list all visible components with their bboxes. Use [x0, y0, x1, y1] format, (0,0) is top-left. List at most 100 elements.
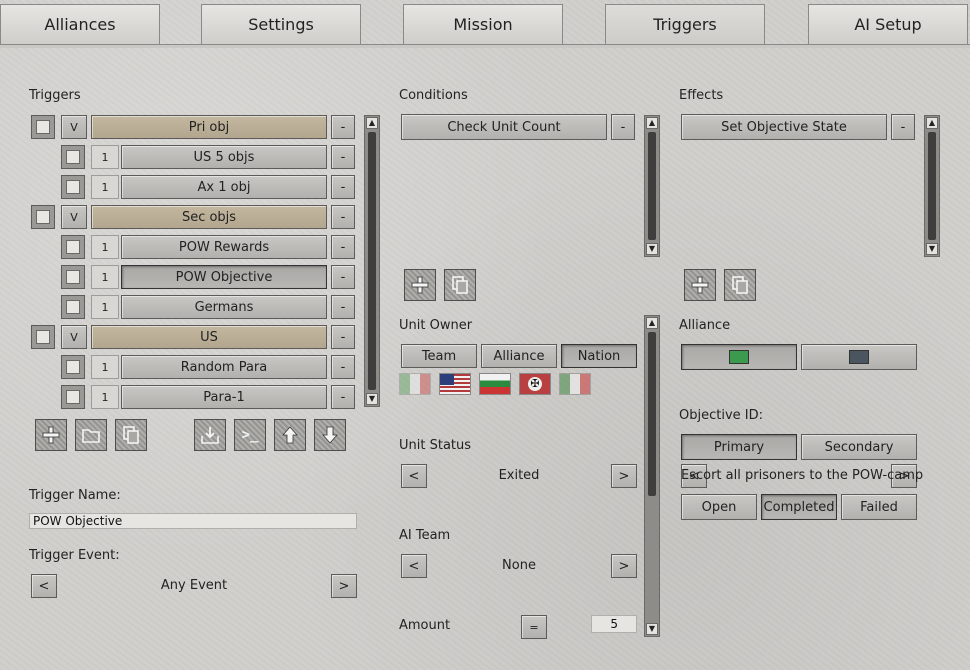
objective-secondary-button[interactable]: Secondary: [801, 434, 917, 460]
import-trigger-button[interactable]: [194, 419, 226, 451]
trigger-name-label: Trigger Name:: [29, 488, 121, 503]
trigger-checkbox[interactable]: [61, 385, 85, 409]
tab-triggers[interactable]: Triggers: [605, 4, 765, 44]
trigger-remove-button[interactable]: -: [331, 205, 355, 229]
scroll-down-icon[interactable]: ▼: [646, 243, 658, 255]
effect-item-set-objective-state[interactable]: Set Objective State: [681, 114, 887, 140]
trigger-checkbox[interactable]: [61, 265, 85, 289]
scroll-up-icon[interactable]: ▲: [646, 317, 658, 329]
trigger-checkbox[interactable]: [31, 325, 55, 349]
trigger-group-us[interactable]: US: [91, 325, 327, 349]
scroll-down-icon[interactable]: ▼: [366, 393, 378, 405]
trigger-checkbox[interactable]: [31, 205, 55, 229]
unit-status-prev-button[interactable]: <: [401, 464, 427, 488]
germany-flag[interactable]: ✠: [519, 373, 551, 395]
scroll-thumb[interactable]: [648, 132, 656, 240]
scroll-up-icon[interactable]: ▲: [366, 117, 378, 129]
italy-flag[interactable]: [399, 373, 431, 395]
ai-team-next-button[interactable]: >: [611, 554, 637, 578]
console-icon: >_: [241, 427, 259, 443]
trigger-group-sec-objs[interactable]: Sec objs: [91, 205, 327, 229]
trigger-group-toggle[interactable]: V: [61, 325, 87, 349]
copy-effect-button[interactable]: [724, 269, 756, 301]
move-up-button[interactable]: [274, 419, 306, 451]
state-completed-button[interactable]: Completed: [761, 494, 837, 520]
condition-remove-button[interactable]: -: [611, 114, 635, 140]
trigger-item-ax-1-obj[interactable]: Ax 1 obj: [121, 175, 327, 199]
tab-mission[interactable]: Mission: [403, 4, 563, 44]
amount-operator-button[interactable]: =: [521, 615, 547, 639]
trigger-item-germans[interactable]: Germans: [121, 295, 327, 319]
ai-team-prev-button[interactable]: <: [401, 554, 427, 578]
add-trigger-button[interactable]: [35, 419, 67, 451]
tab-alliances[interactable]: Alliances: [0, 4, 160, 44]
unit-status-next-button[interactable]: >: [611, 464, 637, 488]
tab-settings[interactable]: Settings: [201, 4, 361, 44]
trigger-checkbox[interactable]: [31, 115, 55, 139]
trigger-item-para-1[interactable]: Para-1: [121, 385, 327, 409]
trigger-group-toggle[interactable]: V: [61, 115, 87, 139]
italy-royal-flag[interactable]: [559, 373, 591, 395]
trigger-group-toggle[interactable]: V: [61, 205, 87, 229]
tab-ai-setup[interactable]: AI Setup: [808, 4, 968, 44]
condition-item-check-unit-count[interactable]: Check Unit Count: [401, 114, 607, 140]
trigger-item-random-para[interactable]: Random Para: [121, 355, 327, 379]
trigger-count: 1: [91, 265, 119, 289]
objective-primary-button[interactable]: Primary: [681, 434, 797, 460]
add-effect-button[interactable]: [684, 269, 716, 301]
scroll-down-icon[interactable]: ▼: [646, 623, 658, 635]
trigger-group-pri-obj[interactable]: Pri obj: [91, 115, 327, 139]
add-group-button[interactable]: [75, 419, 107, 451]
condition-details-scrollbar[interactable]: ▲ ▼: [644, 315, 660, 637]
trigger-remove-button[interactable]: -: [331, 385, 355, 409]
trigger-checkbox[interactable]: [61, 355, 85, 379]
amount-input[interactable]: 5: [591, 615, 637, 633]
owner-alliance-button[interactable]: Alliance: [481, 344, 557, 368]
trigger-remove-button[interactable]: -: [331, 295, 355, 319]
move-down-button[interactable]: [314, 419, 346, 451]
trigger-remove-button[interactable]: -: [331, 325, 355, 349]
owner-nation-button[interactable]: Nation: [561, 344, 637, 368]
trigger-item-pow-objective[interactable]: POW Objective: [121, 265, 327, 289]
trigger-remove-button[interactable]: -: [331, 355, 355, 379]
trigger-remove-button[interactable]: -: [331, 115, 355, 139]
scroll-thumb[interactable]: [368, 132, 376, 390]
trigger-event-next-button[interactable]: >: [331, 574, 357, 598]
trigger-name-input[interactable]: POW Objective: [29, 513, 357, 529]
scroll-thumb[interactable]: [648, 332, 656, 496]
conditions-scrollbar[interactable]: ▲ ▼: [644, 115, 660, 257]
scroll-down-icon[interactable]: ▼: [926, 243, 938, 255]
scroll-up-icon[interactable]: ▲: [646, 117, 658, 129]
state-failed-button[interactable]: Failed: [841, 494, 917, 520]
copy-icon: [732, 276, 748, 294]
unit-owner-label: Unit Owner: [399, 318, 473, 333]
trigger-remove-button[interactable]: -: [331, 145, 355, 169]
trigger-remove-button[interactable]: -: [331, 175, 355, 199]
usa-flag[interactable]: [439, 373, 471, 395]
trigger-checkbox[interactable]: [61, 295, 85, 319]
scroll-up-icon[interactable]: ▲: [926, 117, 938, 129]
copy-condition-button[interactable]: [444, 269, 476, 301]
objective-id-label: Objective ID:: [679, 408, 763, 423]
trigger-remove-button[interactable]: -: [331, 235, 355, 259]
bulgaria-flag[interactable]: [479, 373, 511, 395]
trigger-remove-button[interactable]: -: [331, 265, 355, 289]
effects-scrollbar[interactable]: ▲ ▼: [924, 115, 940, 257]
alliance-grey-button[interactable]: [801, 344, 917, 370]
alliance-green-button[interactable]: [681, 344, 797, 370]
ai-team-label: AI Team: [399, 528, 451, 543]
state-open-button[interactable]: Open: [681, 494, 757, 520]
owner-team-button[interactable]: Team: [401, 344, 477, 368]
effect-remove-button[interactable]: -: [891, 114, 915, 140]
trigger-checkbox[interactable]: [61, 145, 85, 169]
trigger-checkbox[interactable]: [61, 175, 85, 199]
trigger-checkbox[interactable]: [61, 235, 85, 259]
console-button[interactable]: >_: [234, 419, 266, 451]
scroll-thumb[interactable]: [928, 132, 936, 240]
trigger-item-us-5-objs[interactable]: US 5 objs: [121, 145, 327, 169]
copy-trigger-button[interactable]: [115, 419, 147, 451]
trigger-event-prev-button[interactable]: <: [31, 574, 57, 598]
triggers-scrollbar[interactable]: ▲ ▼: [364, 115, 380, 407]
trigger-item-pow-rewards[interactable]: POW Rewards: [121, 235, 327, 259]
add-condition-button[interactable]: [404, 269, 436, 301]
